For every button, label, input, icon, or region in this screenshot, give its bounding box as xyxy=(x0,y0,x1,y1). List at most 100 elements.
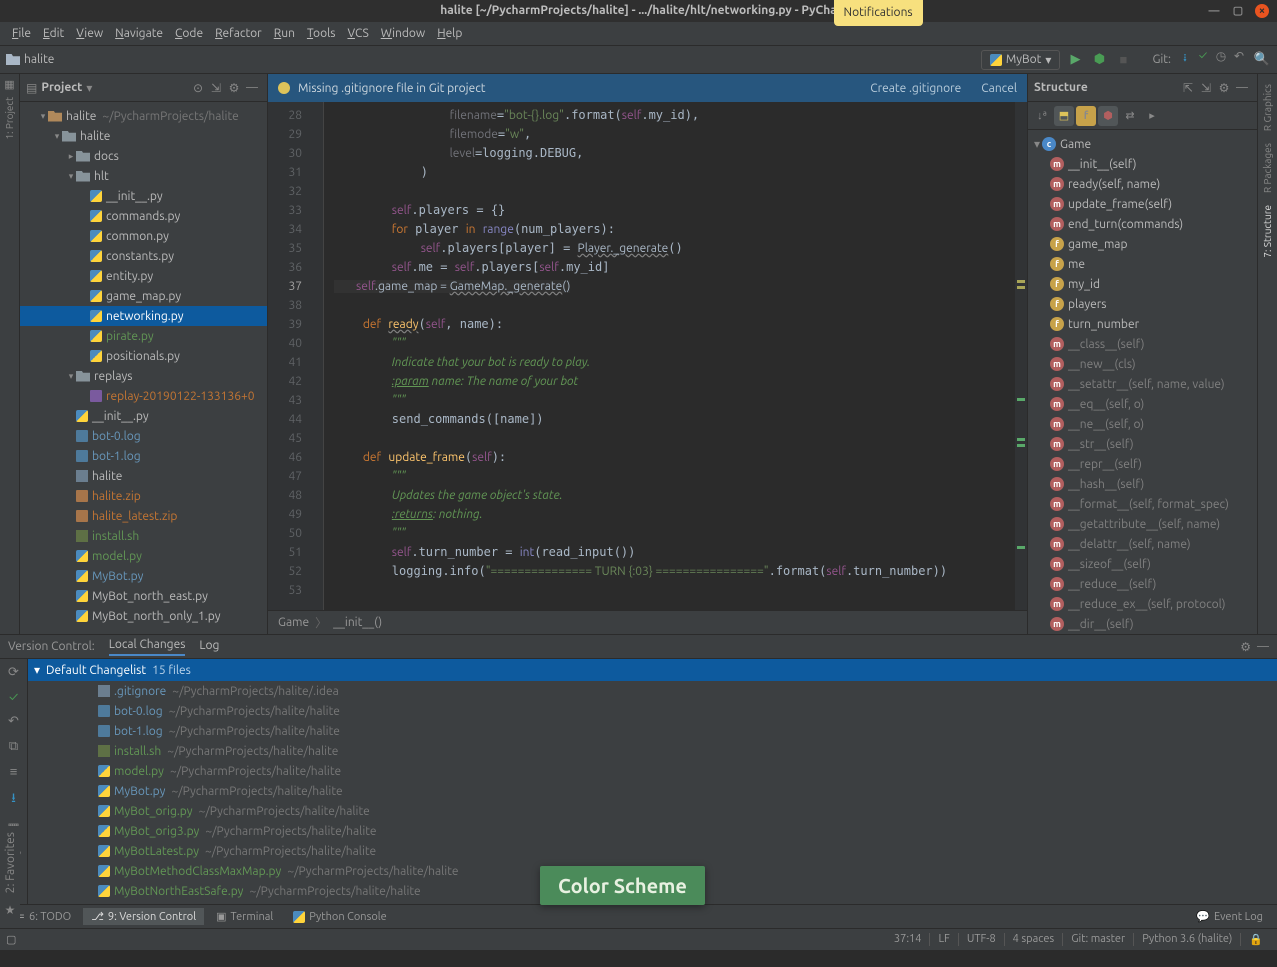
changed-file-row[interactable]: MyBot_orig.py~/PycharmProjects/halite/ha… xyxy=(28,801,1277,821)
tree-item[interactable]: ▸docs xyxy=(20,146,267,166)
collapse-all-icon[interactable]: ⇲ xyxy=(207,81,225,95)
structure-tool-button[interactable]: 7: Structure xyxy=(1262,205,1273,258)
structure-member[interactable]: m__sizeof__(self) xyxy=(1028,554,1257,574)
structure-member[interactable]: m__setattr__(self, name, value) xyxy=(1028,374,1257,394)
vcs-history-icon[interactable]: ◷ xyxy=(1213,49,1229,70)
breadcrumb-class[interactable]: Game xyxy=(278,616,309,629)
tab-local-changes[interactable]: Local Changes xyxy=(109,638,186,656)
structure-tree[interactable]: ▾cGamem__init__(self)mready(self, name)m… xyxy=(1028,130,1257,634)
cancel-link[interactable]: Cancel xyxy=(981,82,1017,95)
menu-edit[interactable]: Edit xyxy=(37,27,70,40)
tree-item[interactable]: MyBot_north_east.py xyxy=(20,586,267,606)
changed-file-row[interactable]: model.py~/PycharmProjects/halite/halite xyxy=(28,761,1277,781)
gear-icon[interactable]: ⚙ xyxy=(1215,81,1233,95)
structure-member[interactable]: fturn_number xyxy=(1028,314,1257,334)
show-inherited-icon[interactable]: ⬒ xyxy=(1054,106,1074,126)
menu-refactor[interactable]: Refactor xyxy=(209,27,268,40)
project-view-icon[interactable]: ▤ xyxy=(26,81,37,95)
tree-item[interactable]: entity.py xyxy=(20,266,267,286)
structure-member[interactable]: m__init__(self) xyxy=(1028,154,1257,174)
tree-item[interactable]: positionals.py xyxy=(20,346,267,366)
menu-run[interactable]: Run xyxy=(268,27,301,40)
shelf-icon[interactable]: ⭳ xyxy=(11,789,16,811)
tree-item[interactable]: replay-20190122-133136+0 xyxy=(20,386,267,406)
changelist-header[interactable]: ▾ Default Changelist 15 files xyxy=(28,659,1277,681)
lock-icon[interactable]: 🔒 xyxy=(1240,933,1271,946)
changed-file-row[interactable]: bot-1.log~/PycharmProjects/halite/halite xyxy=(28,721,1277,741)
refresh-icon[interactable]: ⟳ xyxy=(8,665,19,680)
hide-icon[interactable]: — xyxy=(243,81,261,94)
tree-item[interactable]: networking.py xyxy=(20,306,267,326)
python-interpreter[interactable]: Python 3.6 (halite) xyxy=(1133,933,1240,946)
autoscroll-icon[interactable]: ⇄ xyxy=(1120,106,1140,126)
tree-item[interactable]: constants.py xyxy=(20,246,267,266)
tree-item[interactable]: halite.zip xyxy=(20,486,267,506)
favorites-tool-button[interactable]: 2: Favorites xyxy=(4,832,17,893)
structure-member[interactable]: m__repr__(self) xyxy=(1028,454,1257,474)
debug-button[interactable]: ⬢ xyxy=(1090,51,1108,69)
commit-icon[interactable]: ✓ xyxy=(9,690,18,704)
changed-file-row[interactable]: MyBot_orig3.py~/PycharmProjects/halite/h… xyxy=(28,821,1277,841)
gear-icon[interactable]: ⚙ xyxy=(1240,640,1251,654)
indent-setting[interactable]: 4 spaces xyxy=(1004,933,1063,946)
structure-member[interactable]: m__delattr__(self, name) xyxy=(1028,534,1257,554)
tree-item[interactable]: bot-0.log xyxy=(20,426,267,446)
tree-item[interactable]: ▾halite~/PycharmProjects/halite xyxy=(20,106,267,126)
run-configuration-dropdown[interactable]: MyBot ▾ xyxy=(981,50,1061,70)
menu-tools[interactable]: Tools xyxy=(301,27,342,40)
vcs-update-icon[interactable]: ⭭ xyxy=(1177,49,1193,70)
project-panel-title[interactable]: Project xyxy=(41,81,82,94)
structure-member[interactable]: fmy_id xyxy=(1028,274,1257,294)
structure-member[interactable]: fplayers xyxy=(1028,294,1257,314)
tree-item[interactable]: MyBot.py xyxy=(20,566,267,586)
caret-position[interactable]: 37:14 xyxy=(886,933,930,946)
breadcrumb[interactable]: halite xyxy=(6,53,54,66)
hide-icon[interactable]: — xyxy=(1257,640,1269,654)
r-graphics-tool-button[interactable]: R Graphics xyxy=(1262,84,1273,131)
tree-item[interactable]: bot-1.log xyxy=(20,446,267,466)
tree-item[interactable]: __init__.py xyxy=(20,186,267,206)
show-methods-icon[interactable]: ⬢ xyxy=(1098,106,1118,126)
vcs-revert-icon[interactable]: ↶ xyxy=(1231,49,1247,70)
structure-member[interactable]: m__hash__(self) xyxy=(1028,474,1257,494)
tool-windows-icon[interactable]: ▢ xyxy=(6,933,24,946)
run-button[interactable]: ▶ xyxy=(1066,51,1084,69)
editor-breadcrumbs[interactable]: Game 〉 __init__() xyxy=(268,610,1027,634)
project-tool-square-icon[interactable]: ▦ xyxy=(4,78,14,91)
structure-member[interactable]: fgame_map xyxy=(1028,234,1257,254)
structure-member[interactable]: m__eq__(self, o) xyxy=(1028,394,1257,414)
diff-icon[interactable]: ⧉ xyxy=(9,739,18,754)
menu-vcs[interactable]: VCS xyxy=(341,27,374,40)
structure-member[interactable]: m__format__(self, format_spec) xyxy=(1028,494,1257,514)
breadcrumb-method[interactable]: __init__() xyxy=(333,616,382,629)
star-icon[interactable]: ★ xyxy=(5,903,16,917)
tree-item[interactable]: halite xyxy=(20,466,267,486)
tree-item[interactable]: halite_latest.zip xyxy=(20,506,267,526)
structure-member[interactable]: m__getattribute__(self, name) xyxy=(1028,514,1257,534)
menu-file[interactable]: File xyxy=(6,27,37,40)
tree-item[interactable]: game_map.py xyxy=(20,286,267,306)
structure-member[interactable]: m__dir__(self) xyxy=(1028,614,1257,634)
changed-file-row[interactable]: .gitignore~/PycharmProjects/halite/.idea xyxy=(28,681,1277,701)
menu-code[interactable]: Code xyxy=(169,27,209,40)
menu-navigate[interactable]: Navigate xyxy=(109,27,169,40)
structure-class[interactable]: ▾cGame xyxy=(1028,134,1257,154)
project-tool-button[interactable]: 1: Project xyxy=(4,97,15,140)
structure-member[interactable]: m__new__(cls) xyxy=(1028,354,1257,374)
tree-item[interactable]: __init__.py xyxy=(20,406,267,426)
changed-file-row[interactable]: install.sh~/PycharmProjects/halite/halit… xyxy=(28,741,1277,761)
tree-item[interactable]: install.sh xyxy=(20,526,267,546)
git-branch[interactable]: Git: master xyxy=(1062,933,1133,946)
structure-member[interactable]: m__ne__(self, o) xyxy=(1028,414,1257,434)
chevron-down-icon[interactable]: ▾ xyxy=(86,81,92,95)
structure-member[interactable]: m__str__(self) xyxy=(1028,434,1257,454)
event-log-tool-button[interactable]: 💬Event Log xyxy=(1188,908,1271,925)
maximize-icon[interactable]: ▢ xyxy=(1231,4,1245,18)
structure-member[interactable]: fme xyxy=(1028,254,1257,274)
locate-icon[interactable]: ⊙ xyxy=(189,81,207,95)
tree-item[interactable]: MyBot_north_only_1.py xyxy=(20,606,267,626)
tree-item[interactable]: model.py xyxy=(20,546,267,566)
python-console-tool-button[interactable]: Python Console xyxy=(285,909,394,925)
changed-file-row[interactable]: MyBot.py~/PycharmProjects/halite/halite xyxy=(28,781,1277,801)
project-tree[interactable]: ▾halite~/PycharmProjects/halite▾halite▸d… xyxy=(20,102,267,634)
